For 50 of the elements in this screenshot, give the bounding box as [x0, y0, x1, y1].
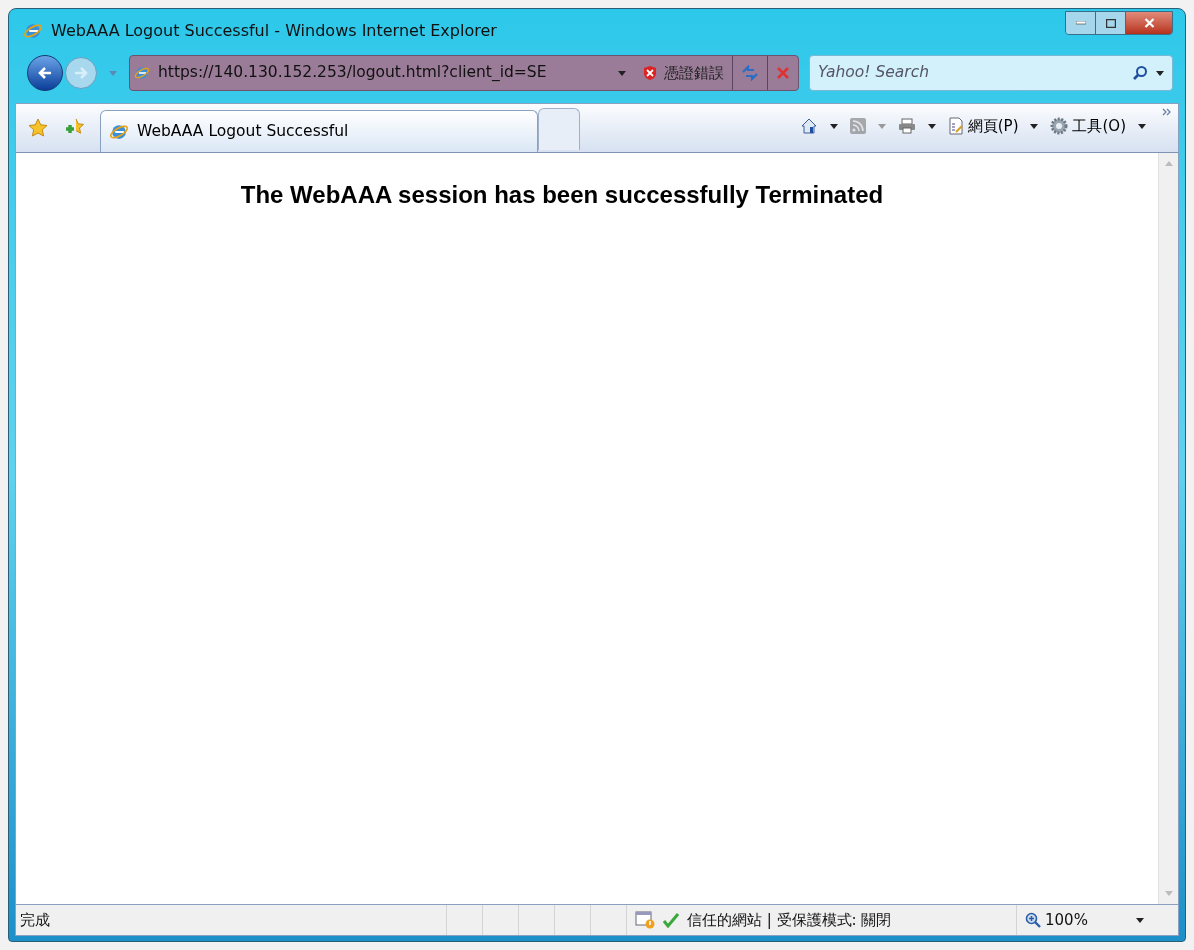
- shield-error-icon: [642, 65, 658, 81]
- status-text: 完成: [19, 909, 51, 931]
- caret-icon: [927, 123, 936, 129]
- more-chevron-icon[interactable]: [1162, 108, 1172, 116]
- scroll-up-icon: [1164, 161, 1173, 166]
- printer-icon: [897, 118, 916, 134]
- favorites-star-icon[interactable]: [28, 118, 48, 138]
- certificate-error-button[interactable]: 憑證錯誤: [634, 56, 733, 90]
- scrollbar[interactable]: [1158, 153, 1178, 904]
- tools-button[interactable]: 工具(O): [1046, 114, 1130, 138]
- page-icon: [947, 117, 964, 135]
- minimize-button[interactable]: [1066, 12, 1096, 34]
- close-icon: [1143, 18, 1155, 28]
- back-button[interactable]: [27, 55, 63, 91]
- search-field[interactable]: Yahoo! Search: [809, 55, 1173, 91]
- search-input[interactable]: Yahoo! Search: [818, 61, 1124, 85]
- refresh-icon: [741, 65, 759, 81]
- browser-tab[interactable]: WebAAA Logout Successful: [100, 110, 538, 152]
- window-title: WebAAA Logout Successful - Windows Internet Explorer: [51, 20, 497, 42]
- zoom-icon: [1025, 912, 1041, 928]
- caret-icon: [1136, 917, 1144, 923]
- caret-icon: [1138, 123, 1146, 129]
- popup-warning-icon[interactable]: [635, 911, 655, 929]
- search-icon: [1132, 65, 1148, 81]
- url-text[interactable]: https://140.130.152.253/logout.html?client_id=SE: [158, 61, 547, 85]
- zoom-level[interactable]: 100%: [1045, 908, 1088, 932]
- forward-arrow-icon: [73, 65, 89, 81]
- checkmark-icon: [663, 912, 679, 928]
- minimize-icon: [1075, 21, 1086, 25]
- browser-logo-icon: [134, 65, 150, 81]
- caret-icon: [1156, 70, 1164, 76]
- close-button[interactable]: [1126, 12, 1172, 34]
- gear-icon: [1050, 117, 1069, 135]
- maximize-icon: [1105, 18, 1116, 28]
- page-button[interactable]: 網頁(P): [943, 114, 1023, 138]
- page-heading: The WebAAA session has been successfully Terminated: [240, 180, 884, 210]
- caret-icon: [1030, 123, 1039, 129]
- scroll-down-icon: [1164, 891, 1173, 896]
- home-icon: [799, 117, 818, 135]
- back-arrow-icon: [37, 65, 53, 81]
- address-bar[interactable]: https://140.130.152.253/logout.html?client_id=SE 憑證錯誤: [129, 55, 799, 91]
- caret-icon: [877, 123, 886, 129]
- caret-icon: [618, 70, 626, 76]
- stop-icon: [776, 66, 790, 80]
- security-zone-text[interactable]: 信任的網站 | 受保護模式: 關閉: [687, 908, 892, 932]
- maximize-button[interactable]: [1096, 12, 1126, 34]
- feed-icon: [849, 118, 866, 134]
- caret-icon: [829, 123, 838, 129]
- caret-icon: [109, 70, 117, 76]
- browser-logo-icon: [23, 21, 43, 41]
